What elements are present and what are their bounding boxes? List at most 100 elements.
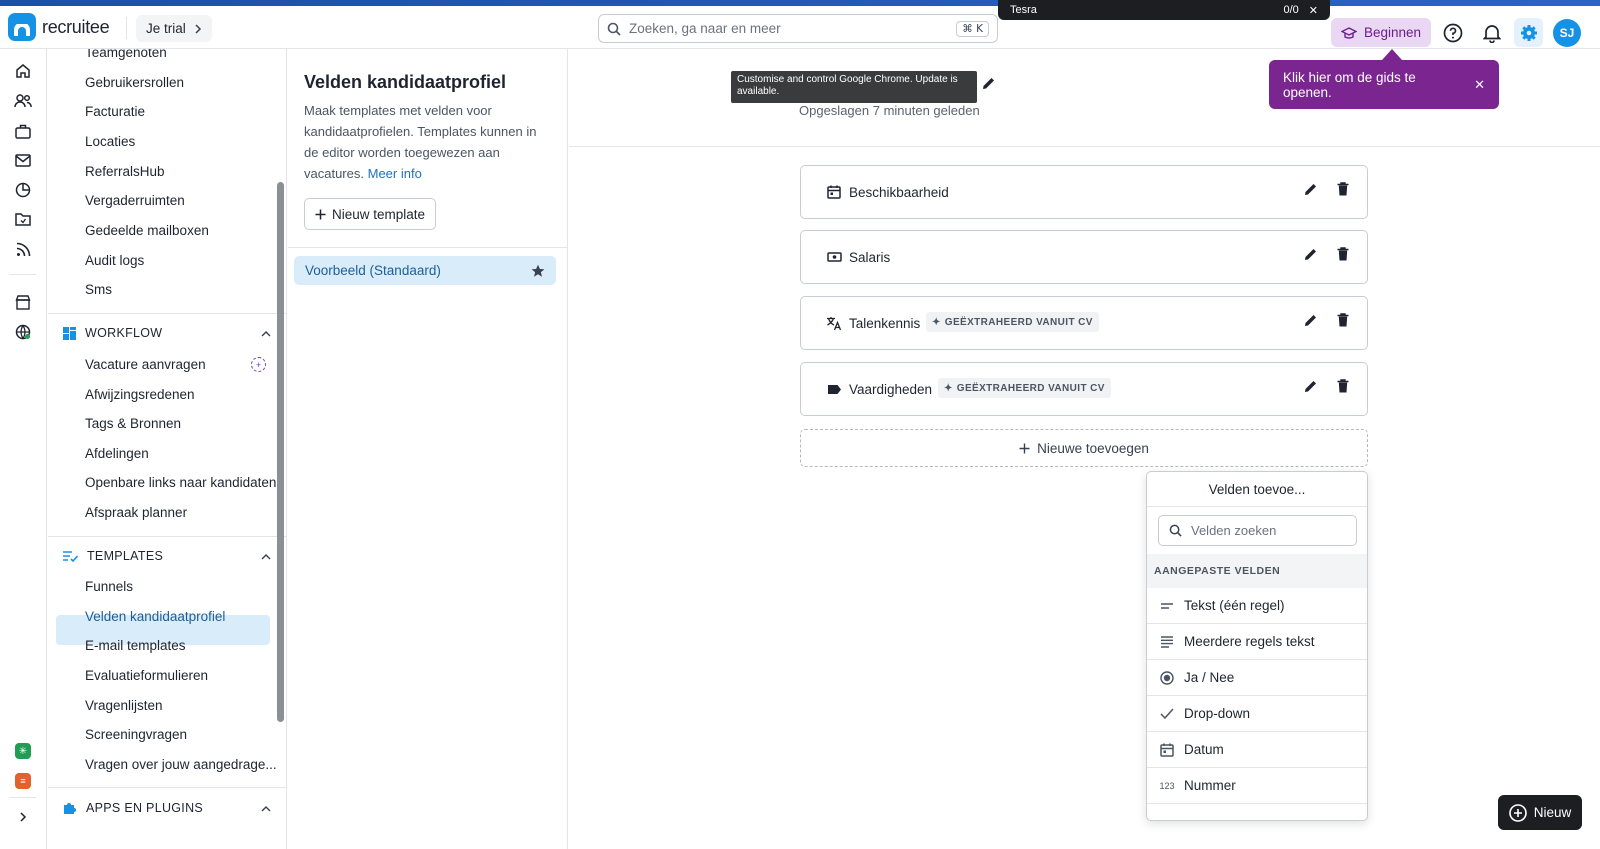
sidebar-item-screeningvragen[interactable]: Screeningvragen (85, 720, 187, 750)
trash-icon[interactable] (1337, 182, 1349, 196)
folder-icon[interactable] (13, 209, 33, 229)
sidebar-item-openbare-links[interactable]: Openbare links naar kandidaten (85, 468, 276, 498)
edit-icon[interactable] (1304, 379, 1318, 393)
dropdown-item-multiline[interactable]: Meerdere regels tekst (1147, 624, 1367, 660)
sidebar-item-funnels[interactable]: Funnels (85, 572, 133, 602)
trash-icon[interactable] (1337, 379, 1349, 393)
sidebar-item-vragen-aangedragen[interactable]: Vragen over jouw aangedrage... (85, 750, 277, 780)
sidebar-item-velden-kandidaatprofiel[interactable]: Velden kandidaatprofiel (85, 602, 225, 632)
edit-icon[interactable] (1304, 247, 1318, 261)
edit-title-icon[interactable] (982, 76, 996, 90)
sidebar-item-afdelingen[interactable]: Afdelingen (85, 439, 149, 469)
magic-wand-icon: ✦ (944, 382, 953, 394)
graduation-cap-icon (1341, 26, 1357, 39)
sidebar-item-teamgenoten[interactable]: Teamgenoten (85, 49, 167, 68)
edit-icon[interactable] (1304, 182, 1318, 196)
settings-button[interactable] (1514, 18, 1543, 47)
field-row[interactable]: Beschikbaarheid (800, 165, 1368, 219)
app-orange-icon[interactable]: ≡ (13, 771, 33, 791)
sidebar-item-tags-bronnen[interactable]: Tags & Bronnen (85, 409, 181, 439)
add-new-field-button[interactable]: Nieuwe toevoegen (800, 429, 1368, 467)
top-bar: recruitee Je trial Zoeken, ga naar en me… (0, 6, 1600, 49)
sidebar-item-vacature-aanvragen[interactable]: Vacature aanvragen (85, 350, 206, 380)
sidebar-item-gedeelde-mailboxen[interactable]: Gedeelde mailboxen (85, 216, 209, 246)
logo-text: recruitee (42, 16, 110, 37)
more-info-link[interactable]: Meer info (368, 166, 422, 181)
fields-search-input[interactable]: Velden zoeken (1158, 515, 1357, 546)
field-row[interactable]: Salaris (800, 230, 1368, 284)
sidebar-item-audit-logs[interactable]: Audit logs (85, 246, 144, 276)
briefcase-icon[interactable] (13, 121, 33, 141)
extracted-badge: ✦ GEËXTRAHEERD VANUIT CV (938, 378, 1111, 398)
sidebar-item-locaties[interactable]: Locaties (85, 127, 135, 157)
sidebar-item-afspraak-planner[interactable]: Afspraak planner (85, 498, 187, 528)
dropdown-item-number[interactable]: 123 Nummer (1147, 768, 1367, 804)
close-icon[interactable]: ✕ (1309, 4, 1318, 17)
notification-text: Tesra (1010, 4, 1037, 16)
sidebar-item-referralshub[interactable]: ReferralsHub (85, 157, 165, 187)
new-template-button[interactable]: Nieuw template (304, 198, 437, 230)
sidebar-item-sms[interactable]: Sms (85, 275, 112, 305)
new-fab-button[interactable]: Nieuw (1498, 795, 1582, 830)
dropdown-item-text-single[interactable]: Tekst (één regel) (1147, 588, 1367, 624)
sidebar-item-evaluatieformulieren[interactable]: Evaluatieformulieren (85, 661, 208, 691)
notification-counter: 0/0 (1283, 4, 1299, 16)
gear-icon (1520, 24, 1537, 41)
guide-arrow (1382, 49, 1402, 60)
section-workflow[interactable]: WORKFLOW (63, 318, 271, 348)
global-search-input[interactable]: Zoeken, ga naar en meer ⌘ K (598, 14, 998, 43)
logo-icon (8, 13, 36, 41)
chrome-tooltip: Customise and control Google Chrome. Upd… (731, 71, 977, 103)
radio-icon (1159, 670, 1175, 686)
field-label: Beschikbaarheid (849, 185, 949, 200)
trash-icon[interactable] (1337, 313, 1349, 327)
app-green-icon[interactable]: ✳ (13, 741, 33, 761)
globe-icon[interactable] (13, 322, 33, 342)
reports-icon[interactable] (13, 180, 33, 200)
calendar-icon (826, 184, 842, 200)
close-icon[interactable]: ✕ (1474, 77, 1485, 93)
dropdown-item-dropdown[interactable]: Drop-down (1147, 696, 1367, 732)
expand-icon[interactable] (13, 807, 33, 827)
item-label: Ja / Nee (1184, 670, 1235, 685)
item-label: Datum (1184, 742, 1224, 757)
field-row[interactable]: Talenkennis ✦ GEËXTRAHEERD VANUIT CV (800, 296, 1368, 350)
section-apps-plugins[interactable]: APPS EN PLUGINS (63, 793, 271, 823)
trash-icon[interactable] (1337, 247, 1349, 261)
search-placeholder: Zoeken, ga naar en meer (629, 21, 781, 36)
sidebar-item-afwijzingsredenen[interactable]: Afwijzingsredenen (85, 380, 195, 410)
sidebar-scrollbar[interactable] (277, 182, 284, 722)
section-templates[interactable]: TEMPLATES (63, 541, 271, 571)
template-item[interactable]: Voorbeeld (Standaard) (294, 256, 556, 285)
candidates-icon[interactable] (13, 91, 33, 111)
divider (288, 247, 568, 248)
begin-button[interactable]: Beginnen (1331, 18, 1432, 47)
field-row[interactable]: Vaardigheden ✦ GEËXTRAHEERD VANUIT CV (800, 362, 1368, 416)
logo[interactable]: recruitee (8, 13, 110, 41)
star-icon[interactable] (531, 264, 545, 278)
sidebar-item-gebruikersrollen[interactable]: Gebruikersrollen (85, 68, 184, 98)
bell-icon[interactable] (1481, 22, 1503, 44)
avatar[interactable]: SJ (1553, 19, 1581, 47)
dropdown-item-yes-no[interactable]: Ja / Nee (1147, 660, 1367, 696)
trial-button[interactable]: Je trial (136, 15, 212, 42)
sidebar-item-vragenlijsten[interactable]: Vragenlijsten (85, 691, 163, 721)
sidebar-item-vergaderruimten[interactable]: Vergaderruimten (85, 186, 185, 216)
edit-icon[interactable] (1304, 313, 1318, 327)
mail-icon[interactable] (13, 150, 33, 170)
help-icon[interactable] (1442, 22, 1464, 44)
dropdown-item-date[interactable]: Datum (1147, 732, 1367, 768)
sidebar-item-email-templates[interactable]: E-mail templates (85, 631, 186, 661)
divider (569, 146, 1600, 147)
guide-popover[interactable]: Klik hier om de gids te openen. ✕ (1269, 60, 1499, 109)
sidebar-item-facturatie[interactable]: Facturatie (85, 97, 145, 127)
field-label: Salaris (849, 250, 891, 265)
guide-text: Klik hier om de gids te openen. (1283, 69, 1416, 100)
divider (48, 313, 286, 314)
feed-icon[interactable] (13, 239, 33, 259)
field-label: Talenkennis (849, 316, 921, 331)
home-icon[interactable] (13, 61, 33, 81)
translate-icon (826, 315, 842, 331)
store-icon[interactable] (13, 292, 33, 312)
dropdown-title: Velden toevoe... (1147, 472, 1367, 507)
